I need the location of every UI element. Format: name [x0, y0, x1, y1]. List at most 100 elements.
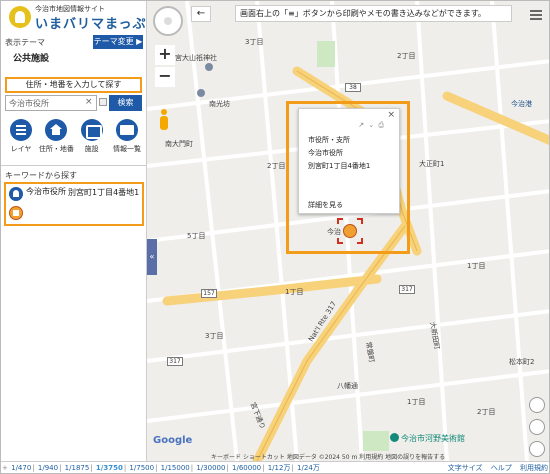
- scale-option[interactable]: 1/15000: [161, 462, 190, 473]
- separator: |: [123, 464, 127, 472]
- scale-option[interactable]: 1/940: [38, 462, 58, 473]
- scale-option[interactable]: 1/470: [11, 462, 31, 473]
- map-hint-bar: 画面右上の「≡」ボタンから印刷やメモの書き込みなどができます。: [235, 5, 512, 22]
- quick-menu-layer[interactable]: レイヤ: [5, 119, 37, 161]
- checkbox-icon[interactable]: [99, 98, 107, 106]
- map-label-chome: 2丁目: [477, 408, 496, 416]
- site-logo[interactable]: 今治市地図情報サイト いまバリマまっぷ: [7, 4, 145, 32]
- address-search-button[interactable]: 住所・地番を入力して探す: [5, 77, 142, 93]
- route-number-badge: 317: [167, 357, 183, 366]
- layers-toggle-icon[interactable]: [529, 419, 545, 435]
- result-address: 別宮町1丁目4番地1: [68, 188, 140, 197]
- popup-category: 市役所・支所: [308, 136, 350, 144]
- marker-corner: [357, 238, 363, 244]
- map-label-chome: 2丁目: [397, 52, 416, 60]
- theme-label: 表示テーマ: [5, 38, 45, 47]
- map-label-chome: 1丁目: [407, 398, 426, 406]
- separator: |: [291, 464, 294, 472]
- terms-link[interactable]: 利用規約: [520, 464, 548, 472]
- map-view[interactable]: ← 画面右上の「≡」ボタンから印刷やメモの書き込みなどができます。 + − 宮大…: [147, 1, 549, 461]
- map-label-district: 大正町1: [419, 160, 445, 168]
- route-number-badge: 317: [399, 285, 415, 294]
- theme-section: 表示テーマ 公共施設 テーマ変更 ▶: [5, 35, 143, 64]
- sidebar: 今治市地図情報サイト いまバリマまっぷ 表示テーマ 公共施設 テーマ変更 ▶ 住…: [1, 1, 147, 461]
- scale-option[interactable]: 1/7500: [129, 462, 154, 473]
- map-label-museum: 今治市河野美術館: [401, 434, 465, 443]
- logo-title: いまバリマまっぷ: [35, 17, 147, 32]
- scale-option[interactable]: 1/12万: [268, 462, 291, 473]
- map-label-district: 南大門町: [165, 140, 193, 148]
- keyword-section-label: キーワードから探す: [5, 171, 77, 180]
- scale-option[interactable]: 1/30000: [196, 462, 225, 473]
- popup-tools-icons[interactable]: ↗ ⌄ ⎙: [358, 121, 385, 130]
- map-label-chome: 5丁目: [187, 232, 206, 240]
- scale-option[interactable]: 1/60000: [232, 462, 261, 473]
- quick-menu-address[interactable]: 住所・地番: [38, 119, 74, 161]
- separator: |: [190, 464, 194, 472]
- scale-option-active[interactable]: 1/3750: [96, 462, 123, 473]
- my-location-icon[interactable]: [529, 397, 545, 413]
- popup-address: 別宮町1丁目4番地1: [308, 162, 371, 170]
- separator: |: [226, 464, 229, 472]
- theme-change-button[interactable]: テーマ変更 ▶: [93, 35, 143, 49]
- map-attribution: キーボード ショートカット 地図データ ©2024 50 m 利用規約 地図の誤…: [211, 454, 446, 461]
- clear-icon[interactable]: ×: [85, 97, 93, 107]
- detail-link[interactable]: 詳細を見る: [308, 200, 343, 210]
- separator: |: [90, 464, 93, 472]
- logo-mascot-icon: [9, 6, 31, 28]
- app-window: 今治市地図情報サイト いまバリマまっぷ 表示テーマ 公共施設 テーマ変更 ▶ 住…: [0, 0, 550, 474]
- zoom-out-button[interactable]: −: [155, 67, 175, 87]
- route-number-badge: 38: [345, 83, 361, 92]
- quick-menu: レイヤ 住所・地番 施設 情報一覧: [5, 119, 143, 161]
- map-label-port: 今治港: [511, 100, 532, 108]
- hamburger-menu-icon[interactable]: [527, 6, 545, 24]
- search-input[interactable]: [5, 95, 97, 111]
- quick-menu-facility[interactable]: 施設: [76, 119, 108, 161]
- route-number-badge: 157: [201, 289, 217, 298]
- result-name: 今治市役所: [26, 187, 66, 196]
- museum-icon: [390, 433, 399, 442]
- marker-corner: [337, 238, 343, 244]
- map-label-chome: 3丁目: [205, 332, 224, 340]
- search-button[interactable]: 検索: [109, 95, 142, 111]
- close-icon[interactable]: ×: [387, 110, 395, 120]
- layer-list-icon: [10, 119, 32, 141]
- separator: |: [59, 464, 62, 472]
- marker-corner: [337, 218, 343, 224]
- scale-selector-bar: + 1/470| 1/940| 1/1875| 1/3750| 1/7500| …: [1, 461, 549, 473]
- search-result-item[interactable]: 今治市役所 別宮町1丁目4番地1: [4, 182, 144, 226]
- map-label-chome: 1丁目: [285, 288, 304, 296]
- popup-facility-name: 今治市役所: [308, 149, 343, 157]
- quick-menu-label: 施設: [84, 145, 99, 153]
- help-link[interactable]: ヘルプ: [491, 464, 512, 472]
- quick-menu-label: 情報一覧: [112, 145, 141, 153]
- map-label-chome: 3丁目: [245, 38, 264, 46]
- separator: |: [155, 464, 158, 472]
- shrine-icon: [205, 63, 213, 71]
- quick-menu-label: 住所・地番: [38, 145, 74, 153]
- settings-gear-icon[interactable]: [529, 441, 545, 457]
- scale-option[interactable]: 1/24万: [297, 462, 320, 473]
- city-hall-icon: [343, 224, 357, 238]
- quick-menu-label: レイヤ: [10, 145, 32, 153]
- separator: |: [32, 464, 35, 472]
- theme-name: 公共施設: [13, 54, 50, 64]
- selected-location-marker[interactable]: [337, 218, 363, 244]
- facility-icon: [80, 119, 103, 141]
- street-view-pegman-icon[interactable]: [159, 109, 169, 131]
- map-label-chome: 2丁目: [267, 162, 286, 170]
- keyword-search-row: × 検索: [5, 95, 142, 111]
- divider: [1, 165, 147, 166]
- back-arrow-icon[interactable]: ←: [191, 6, 211, 22]
- scale-option[interactable]: 1/1875: [65, 462, 90, 473]
- temple-icon: [197, 89, 205, 97]
- sidebar-collapse-button[interactable]: «: [147, 239, 157, 275]
- google-logo: Google: [153, 435, 193, 446]
- map-label-street: 八幡通: [337, 382, 358, 390]
- footer-links: 文字サイズ ヘルプ 利用規約: [442, 462, 548, 473]
- font-size-link[interactable]: 文字サイズ: [448, 464, 483, 472]
- quick-menu-info-list[interactable]: 情報一覧: [111, 119, 143, 161]
- separator: |: [262, 464, 265, 472]
- zoom-in-button[interactable]: +: [155, 45, 175, 65]
- compass-pan-icon[interactable]: [153, 6, 183, 36]
